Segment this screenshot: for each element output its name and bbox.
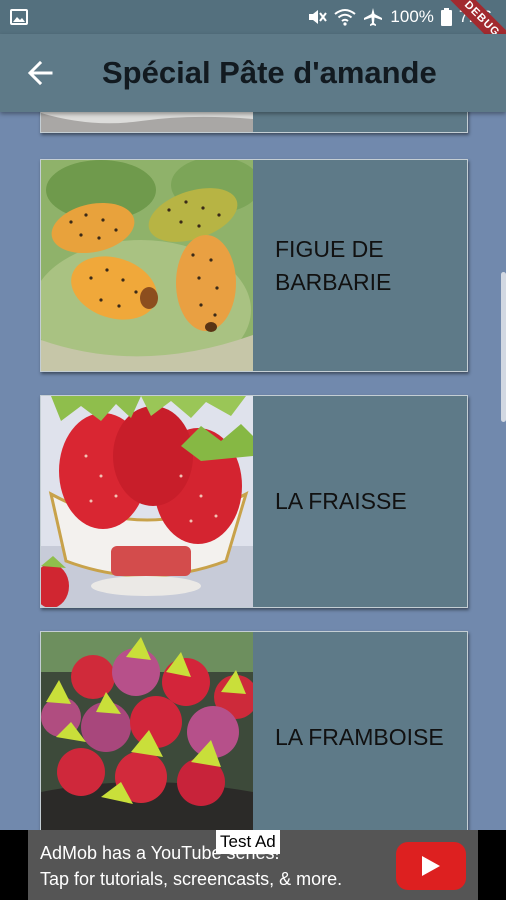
app-bar: Spécial Pâte d'amande [0, 34, 506, 112]
item-image [41, 160, 253, 371]
item-image [41, 112, 253, 132]
page-title: Spécial Pâte d'amande [102, 55, 437, 90]
item-label: LA FRAISSE [275, 488, 407, 514]
ad-text: AdMob has a YouTube series! Tap for tuto… [40, 840, 342, 892]
youtube-play-icon[interactable] [396, 842, 466, 890]
status-bar: 100% 7:46 DEBUG [0, 0, 506, 61]
image-notification-icon [10, 9, 28, 25]
airplane-mode-icon [364, 8, 383, 26]
recipe-list[interactable]: FIGUE DE BARBARIE LA FRAISSE LA FRAMBOIS… [0, 112, 506, 830]
ad-line-2: Tap for tutorials, screencasts, & more. [40, 869, 343, 889]
arrow-back-icon [27, 60, 53, 86]
wifi-icon [334, 9, 357, 26]
list-item[interactable]: FIGUE DE BARBARIE [40, 159, 468, 372]
item-label [253, 112, 467, 132]
ad-line-1: AdMob has a YouTube series! [40, 843, 280, 863]
back-button[interactable] [0, 34, 80, 112]
item-label: LA FRAMBOISE [275, 724, 444, 750]
scrollbar[interactable] [501, 272, 506, 422]
test-ad-badge: Test Ad [216, 830, 280, 854]
battery-icon [440, 8, 452, 26]
list-item[interactable] [40, 112, 468, 133]
item-image [41, 396, 253, 607]
list-item[interactable]: LA FRAISSE [40, 395, 468, 608]
battery-percent: 100% [390, 7, 434, 26]
list-item[interactable]: LA FRAMBOISE [40, 631, 468, 830]
item-label: FIGUE DE BARBARIE [275, 235, 392, 295]
item-image [41, 632, 253, 830]
mute-icon [309, 10, 328, 24]
